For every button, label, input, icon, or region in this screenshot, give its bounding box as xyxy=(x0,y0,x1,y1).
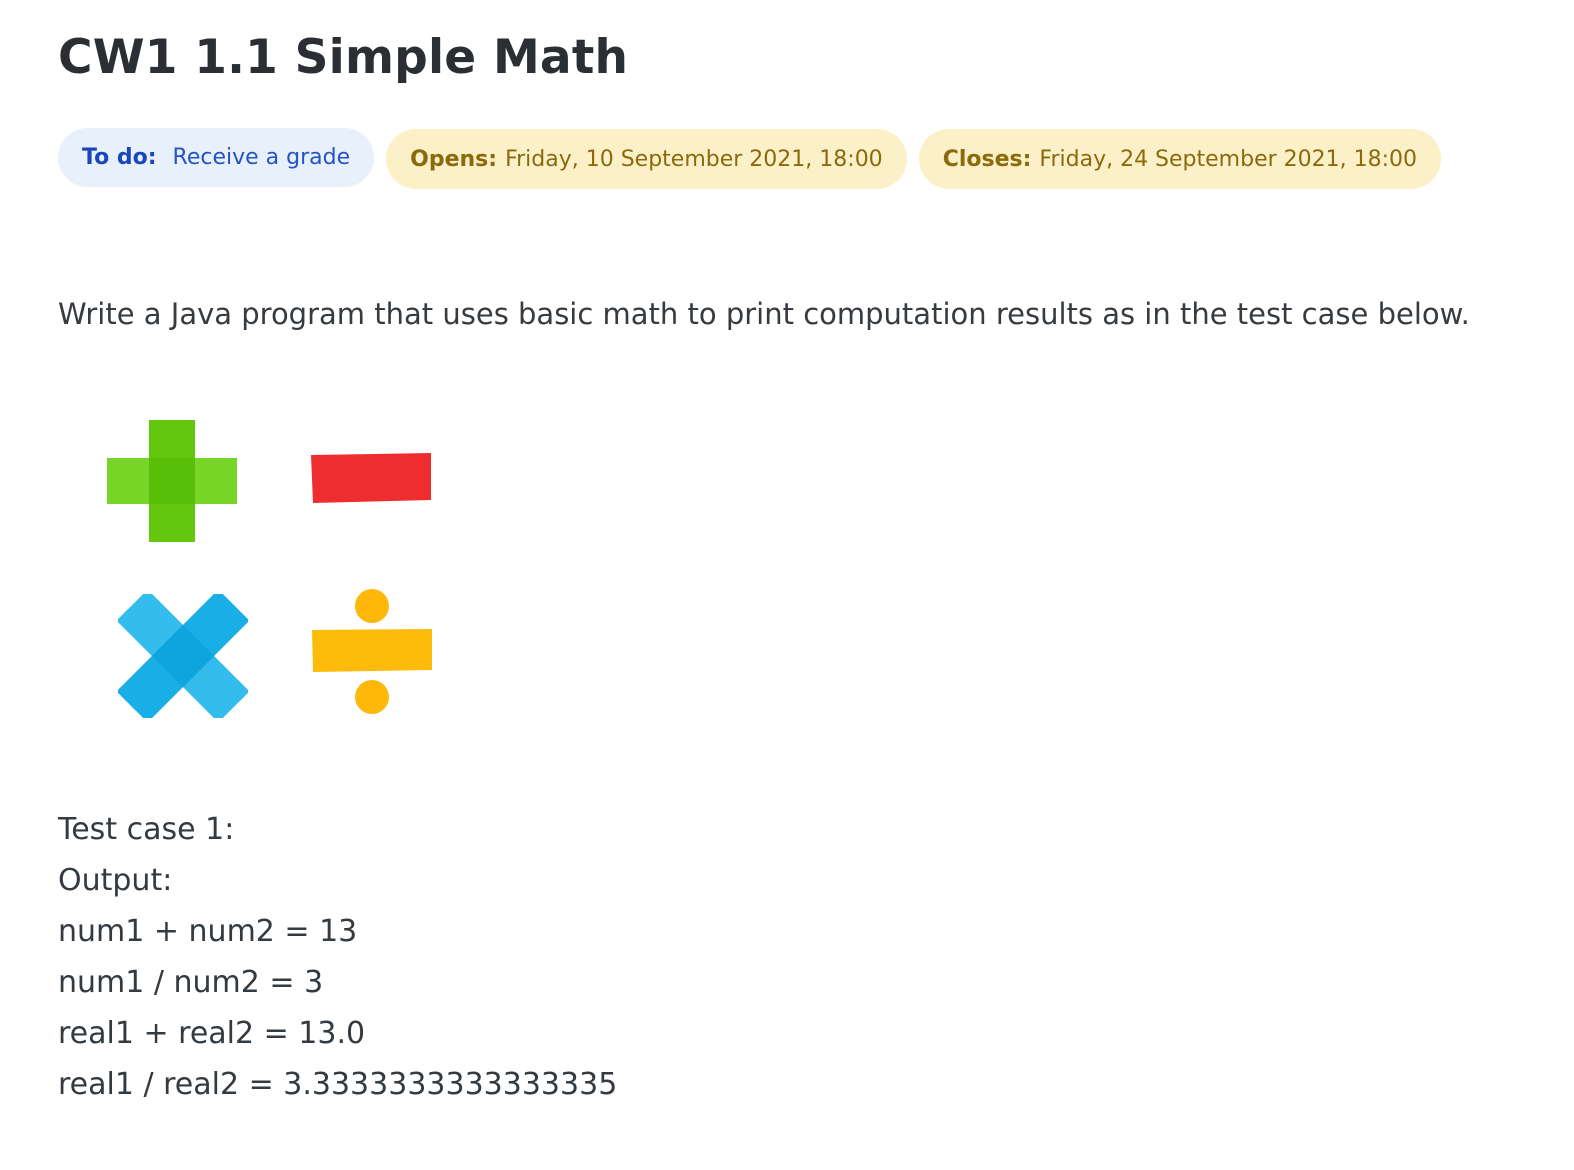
closes-badge: Closes: Friday, 24 September 2021, 18:00 xyxy=(918,129,1442,189)
math-symbols-image xyxy=(100,410,460,730)
test-case-heading: Test case 1: xyxy=(58,812,235,847)
closes-label: Closes: xyxy=(942,146,1032,172)
opens-badge: Opens: Friday, 10 September 2021, 18:00 xyxy=(386,129,907,189)
activity-dates: To do: Receive a grade Opens: Friday, 10… xyxy=(58,125,1442,189)
output-line: real1 + real2 = 13.0 xyxy=(58,1016,366,1051)
output-label: Output: xyxy=(58,863,173,898)
output-line: real1 / real2 = 3.3333333333333335 xyxy=(58,1067,618,1102)
assignment-description: Write a Java program that uses basic mat… xyxy=(58,297,1470,331)
todo-label: To do: xyxy=(82,144,157,170)
multiply-icon xyxy=(118,594,248,718)
opens-value: Friday, 10 September 2021, 18:00 xyxy=(505,146,883,172)
todo-value: Receive a grade xyxy=(172,144,351,170)
closes-value: Friday, 24 September 2021, 18:00 xyxy=(1039,146,1418,172)
page-title: CW1 1.1 Simple Math xyxy=(58,30,629,85)
divide-icon xyxy=(312,589,432,714)
output-line: num1 / num2 = 3 xyxy=(58,965,324,1000)
test-case: Test case 1: Output: num1 + num2 = 13 nu… xyxy=(58,804,617,1110)
output-line: num1 + num2 = 13 xyxy=(58,914,358,949)
opens-label: Opens: xyxy=(410,146,498,172)
minus-icon xyxy=(311,453,431,503)
plus-icon xyxy=(107,420,237,542)
todo-badge: To do: Receive a grade xyxy=(58,127,375,187)
